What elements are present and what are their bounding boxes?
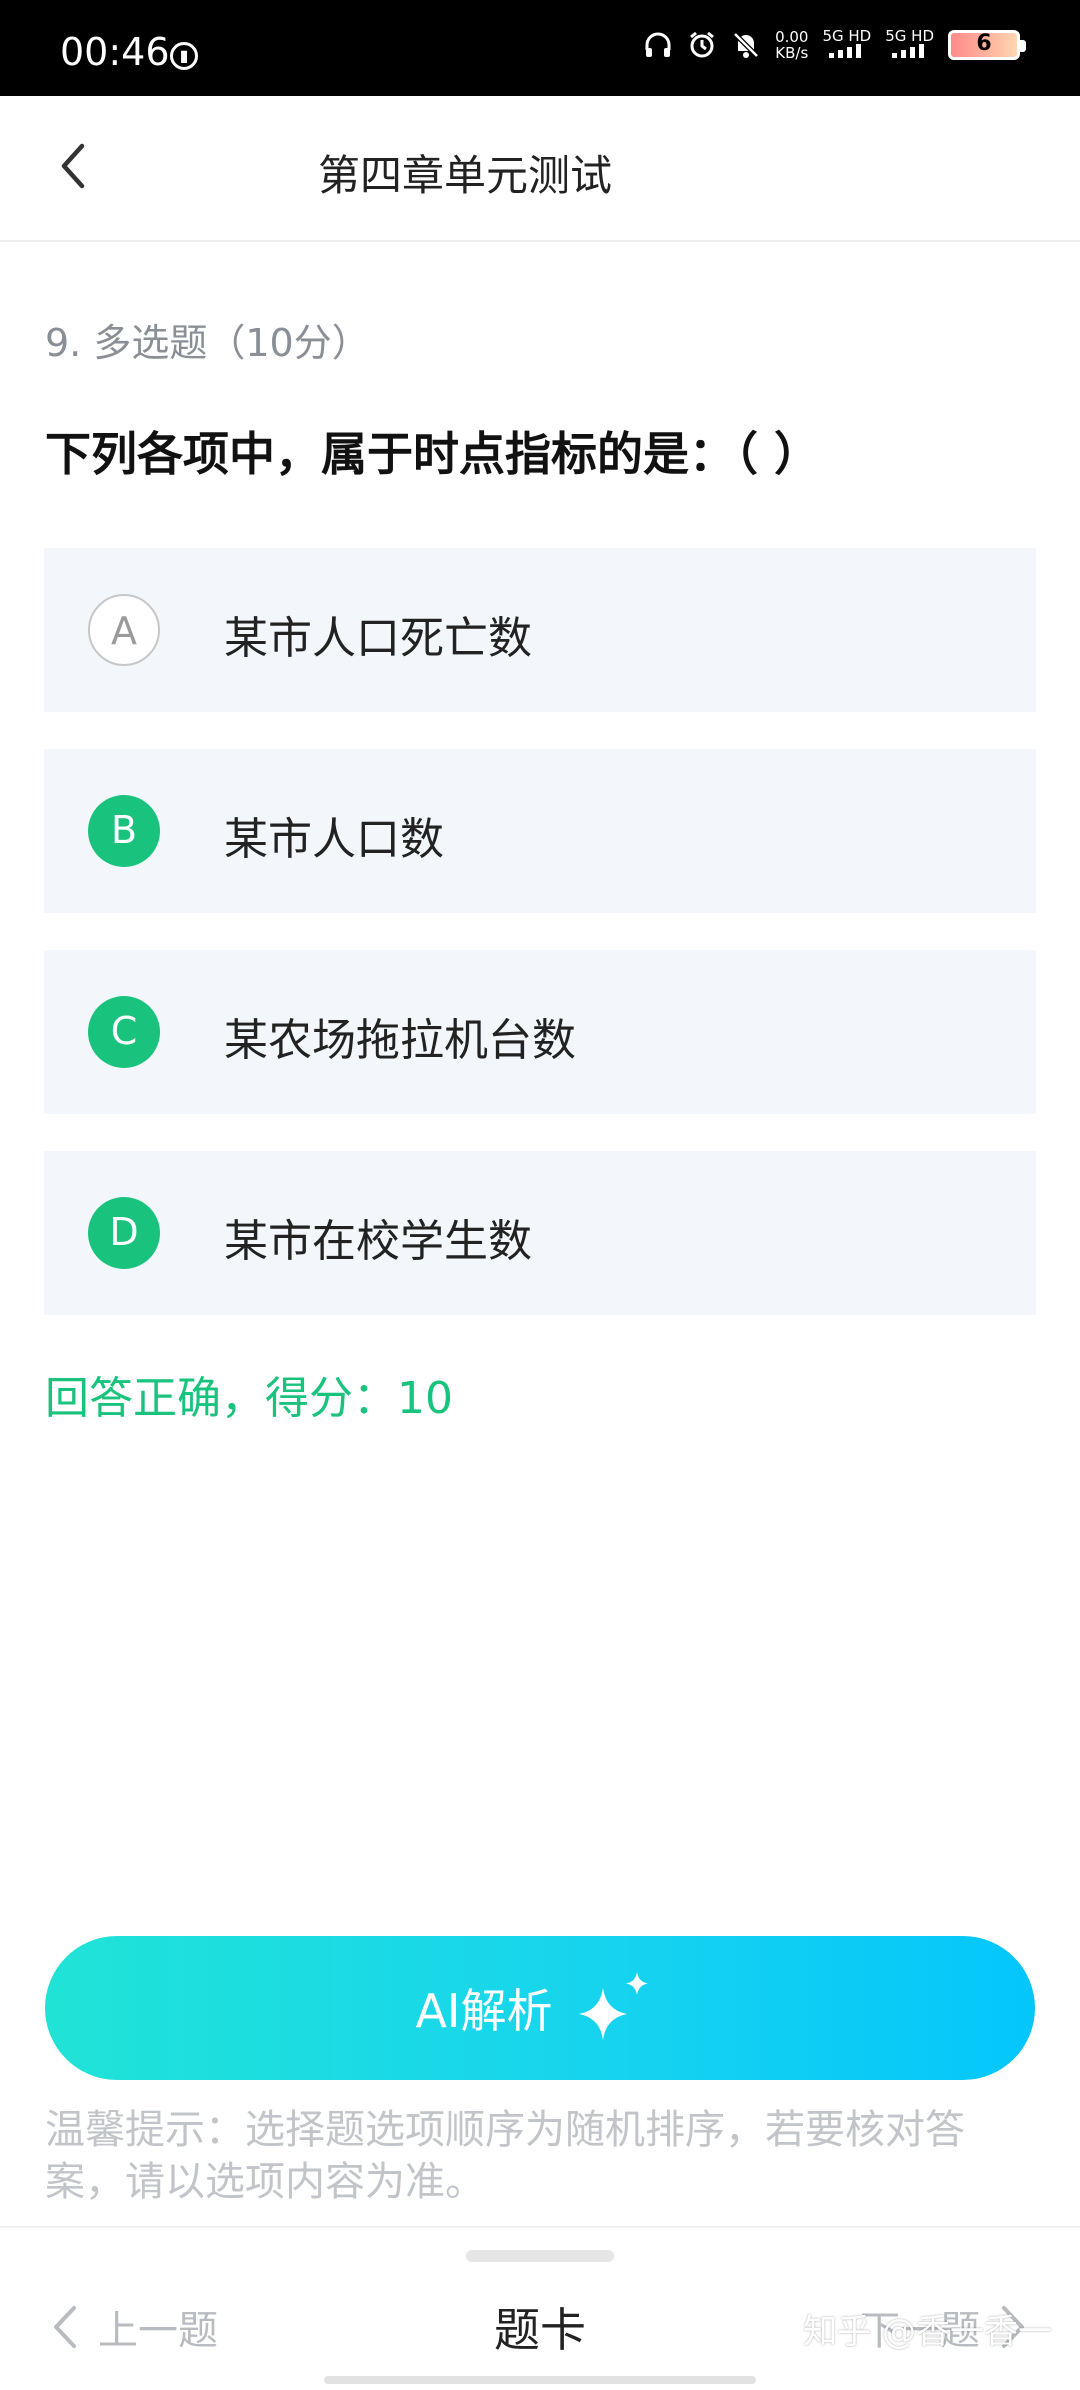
alarm-icon <box>687 30 717 60</box>
mute-bell-icon <box>731 30 761 60</box>
option-c[interactable]: C 某农场拖拉机台数 <box>44 950 1036 1114</box>
signal-2: 5G HD <box>885 28 934 61</box>
app-badge-icon: ▮ <box>170 42 198 70</box>
battery-level: 6 <box>976 30 992 56</box>
headphones-icon <box>643 30 673 60</box>
page-title: 第四章单元测试 <box>317 151 612 200</box>
option-b[interactable]: B 某市人口数 <box>44 749 1036 913</box>
option-letter: B <box>88 795 160 867</box>
option-a[interactable]: A 某市人口死亡数 <box>44 548 1036 712</box>
status-icons: 0.00 KB/s 5G HD 5G HD 6 <box>643 28 1026 61</box>
option-letter: C <box>88 996 160 1068</box>
signal-1-label: 5G HD <box>822 27 872 45</box>
ai-analysis-button[interactable]: AI解析 <box>45 1936 1035 2080</box>
speed-unit: KB/s <box>775 43 809 62</box>
tip-text: 温馨提示：选择题选项顺序为随机排序，若要核对答案，请以选项内容为准。 <box>45 2107 965 2205</box>
question-meta: 9. 多选题（10分） <box>45 321 370 365</box>
option-letter: D <box>88 1197 160 1269</box>
ai-analysis-label: AI解析 <box>415 1984 553 2038</box>
question-card-label: 题卡 <box>494 2303 586 2357</box>
question-text: 下列各项中，属于时点指标的是：（ ） <box>45 427 821 481</box>
option-text: 某市在校学生数 <box>224 1216 532 1267</box>
signal-bars-icon <box>891 44 924 58</box>
status-time: 00:46 <box>60 30 170 74</box>
speed-value: 0.00 <box>775 27 809 46</box>
option-text: 某市人口死亡数 <box>224 613 532 664</box>
signal-1: 5G HD <box>822 28 871 61</box>
network-speed: 0.00 KB/s <box>775 29 808 61</box>
signal-bars-icon <box>828 44 861 58</box>
option-text: 某市人口数 <box>224 814 444 865</box>
app-header: 第四章单元测试 <box>0 96 1080 242</box>
watermark: 知乎 @香一香一 <box>803 2312 1052 2352</box>
status-bar: 00:46 ▮ 0.00 KB/s 5G HD 5G HD 6 <box>0 0 1080 96</box>
home-indicator[interactable] <box>324 2376 756 2384</box>
signal-2-label: 5G HD <box>885 27 934 45</box>
drag-handle[interactable] <box>466 2250 614 2262</box>
option-text: 某农场拖拉机台数 <box>224 1015 576 1066</box>
option-d[interactable]: D 某市在校学生数 <box>44 1151 1036 1315</box>
sparkle-icon <box>578 1972 648 2040</box>
answer-result: 回答正确，得分：10 <box>45 1373 453 1424</box>
option-letter: A <box>88 594 160 666</box>
battery-icon: 6 <box>948 29 1026 60</box>
